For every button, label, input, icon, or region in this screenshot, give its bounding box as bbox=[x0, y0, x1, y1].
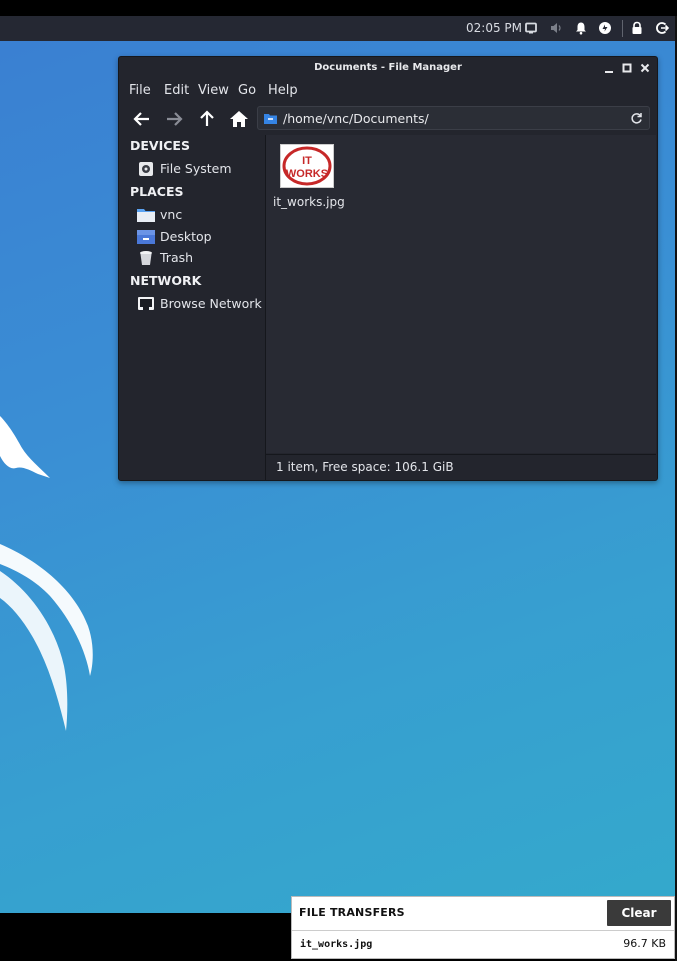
sidebar-item-label: Trash bbox=[160, 250, 194, 265]
tray-separator bbox=[622, 20, 623, 37]
location-bar[interactable]: /home/vnc/Documents/ bbox=[257, 106, 650, 130]
logout-icon[interactable] bbox=[655, 21, 669, 35]
clock[interactable]: 02:05 PM bbox=[466, 21, 522, 35]
top-panel: 02:05 PM bbox=[0, 16, 675, 41]
maximize-button[interactable] bbox=[620, 61, 634, 75]
window-title: Documents - File Manager bbox=[314, 62, 462, 73]
close-icon bbox=[640, 63, 650, 73]
file-manager-window: Documents - File Manager File Edit View … bbox=[118, 56, 658, 481]
kali-dragon-logo bbox=[0, 416, 93, 731]
file-name[interactable]: it_works.jpg bbox=[273, 195, 345, 209]
file-transfers-panel: FILE TRANSFERS Clear it_works.jpg 96.7 K… bbox=[291, 896, 675, 959]
status-bar: 1 item, Free space: 106.1 GiB bbox=[266, 454, 656, 480]
menu-bar: File Edit View Go Help bbox=[119, 81, 657, 101]
sidebar-section-places: PLACES bbox=[130, 184, 184, 199]
transfer-file-name: it_works.jpg bbox=[300, 939, 373, 950]
minimize-icon bbox=[605, 71, 613, 73]
sidebar-item-vnc[interactable]: vnc bbox=[137, 205, 262, 225]
sidebar-item-browse-network[interactable]: Browse Network bbox=[137, 294, 262, 314]
reload-icon[interactable] bbox=[630, 112, 643, 125]
sidebar-item-label: Desktop bbox=[160, 229, 212, 244]
transfer-file-size: 96.7 KB bbox=[623, 937, 666, 950]
file-transfers-title: FILE TRANSFERS bbox=[299, 906, 405, 919]
sidebar-section-network: NETWORK bbox=[130, 273, 202, 288]
sidebar-item-trash[interactable]: Trash bbox=[137, 248, 262, 268]
sidebar-item-desktop[interactable]: Desktop bbox=[137, 227, 262, 247]
trash-icon bbox=[140, 251, 152, 265]
sidebar-item-label: Browse Network bbox=[160, 296, 262, 311]
file-transfers-header: FILE TRANSFERS Clear bbox=[292, 897, 674, 931]
forward-arrow-icon[interactable] bbox=[162, 107, 186, 131]
thumb-text-it: IT bbox=[302, 155, 312, 167]
maximize-icon bbox=[622, 63, 632, 73]
bell-icon[interactable] bbox=[574, 21, 588, 35]
menu-file[interactable]: File bbox=[129, 83, 151, 98]
up-arrow-icon[interactable] bbox=[195, 107, 219, 131]
menu-go[interactable]: Go bbox=[238, 83, 256, 98]
status-text: 1 item, Free space: 106.1 GiB bbox=[276, 460, 454, 474]
sidebar-item-label: File System bbox=[160, 161, 232, 176]
network-icon bbox=[138, 297, 154, 310]
back-arrow-icon[interactable] bbox=[130, 107, 154, 131]
close-button[interactable] bbox=[638, 61, 652, 75]
home-folder-icon bbox=[137, 209, 155, 222]
toolbar: /home/vnc/Documents/ bbox=[119, 105, 657, 133]
image-thumbnail[interactable]: IT WORKS bbox=[280, 144, 334, 188]
sidebar-section-devices: DEVICES bbox=[130, 138, 190, 153]
it-works-image-icon: IT WORKS bbox=[282, 146, 332, 186]
location-path[interactable]: /home/vnc/Documents/ bbox=[283, 111, 429, 126]
file-view[interactable]: IT WORKS it_works.jpg bbox=[266, 135, 656, 453]
clear-button[interactable]: Clear bbox=[607, 900, 671, 926]
home-icon[interactable] bbox=[227, 107, 251, 131]
drive-icon bbox=[139, 162, 153, 176]
lock-icon[interactable] bbox=[630, 21, 644, 35]
volume-muted-icon[interactable] bbox=[549, 21, 563, 35]
sidebar-item-file-system[interactable]: File System bbox=[137, 159, 262, 179]
display-icon[interactable] bbox=[524, 21, 538, 35]
folder-icon bbox=[264, 114, 277, 124]
thumb-text-works: WORKS bbox=[286, 168, 328, 180]
menu-help[interactable]: Help bbox=[268, 83, 298, 98]
desktop-folder-icon bbox=[137, 230, 155, 244]
menu-view[interactable]: View bbox=[198, 83, 229, 98]
sidebar-item-label: vnc bbox=[160, 207, 183, 222]
minimize-button[interactable] bbox=[602, 61, 616, 75]
menu-edit[interactable]: Edit bbox=[164, 83, 189, 98]
sidebar: DEVICES File System PLACES vnc Desktop T… bbox=[120, 135, 265, 480]
window-titlebar[interactable]: Documents - File Manager bbox=[119, 57, 657, 79]
power-manager-icon[interactable] bbox=[598, 21, 612, 35]
